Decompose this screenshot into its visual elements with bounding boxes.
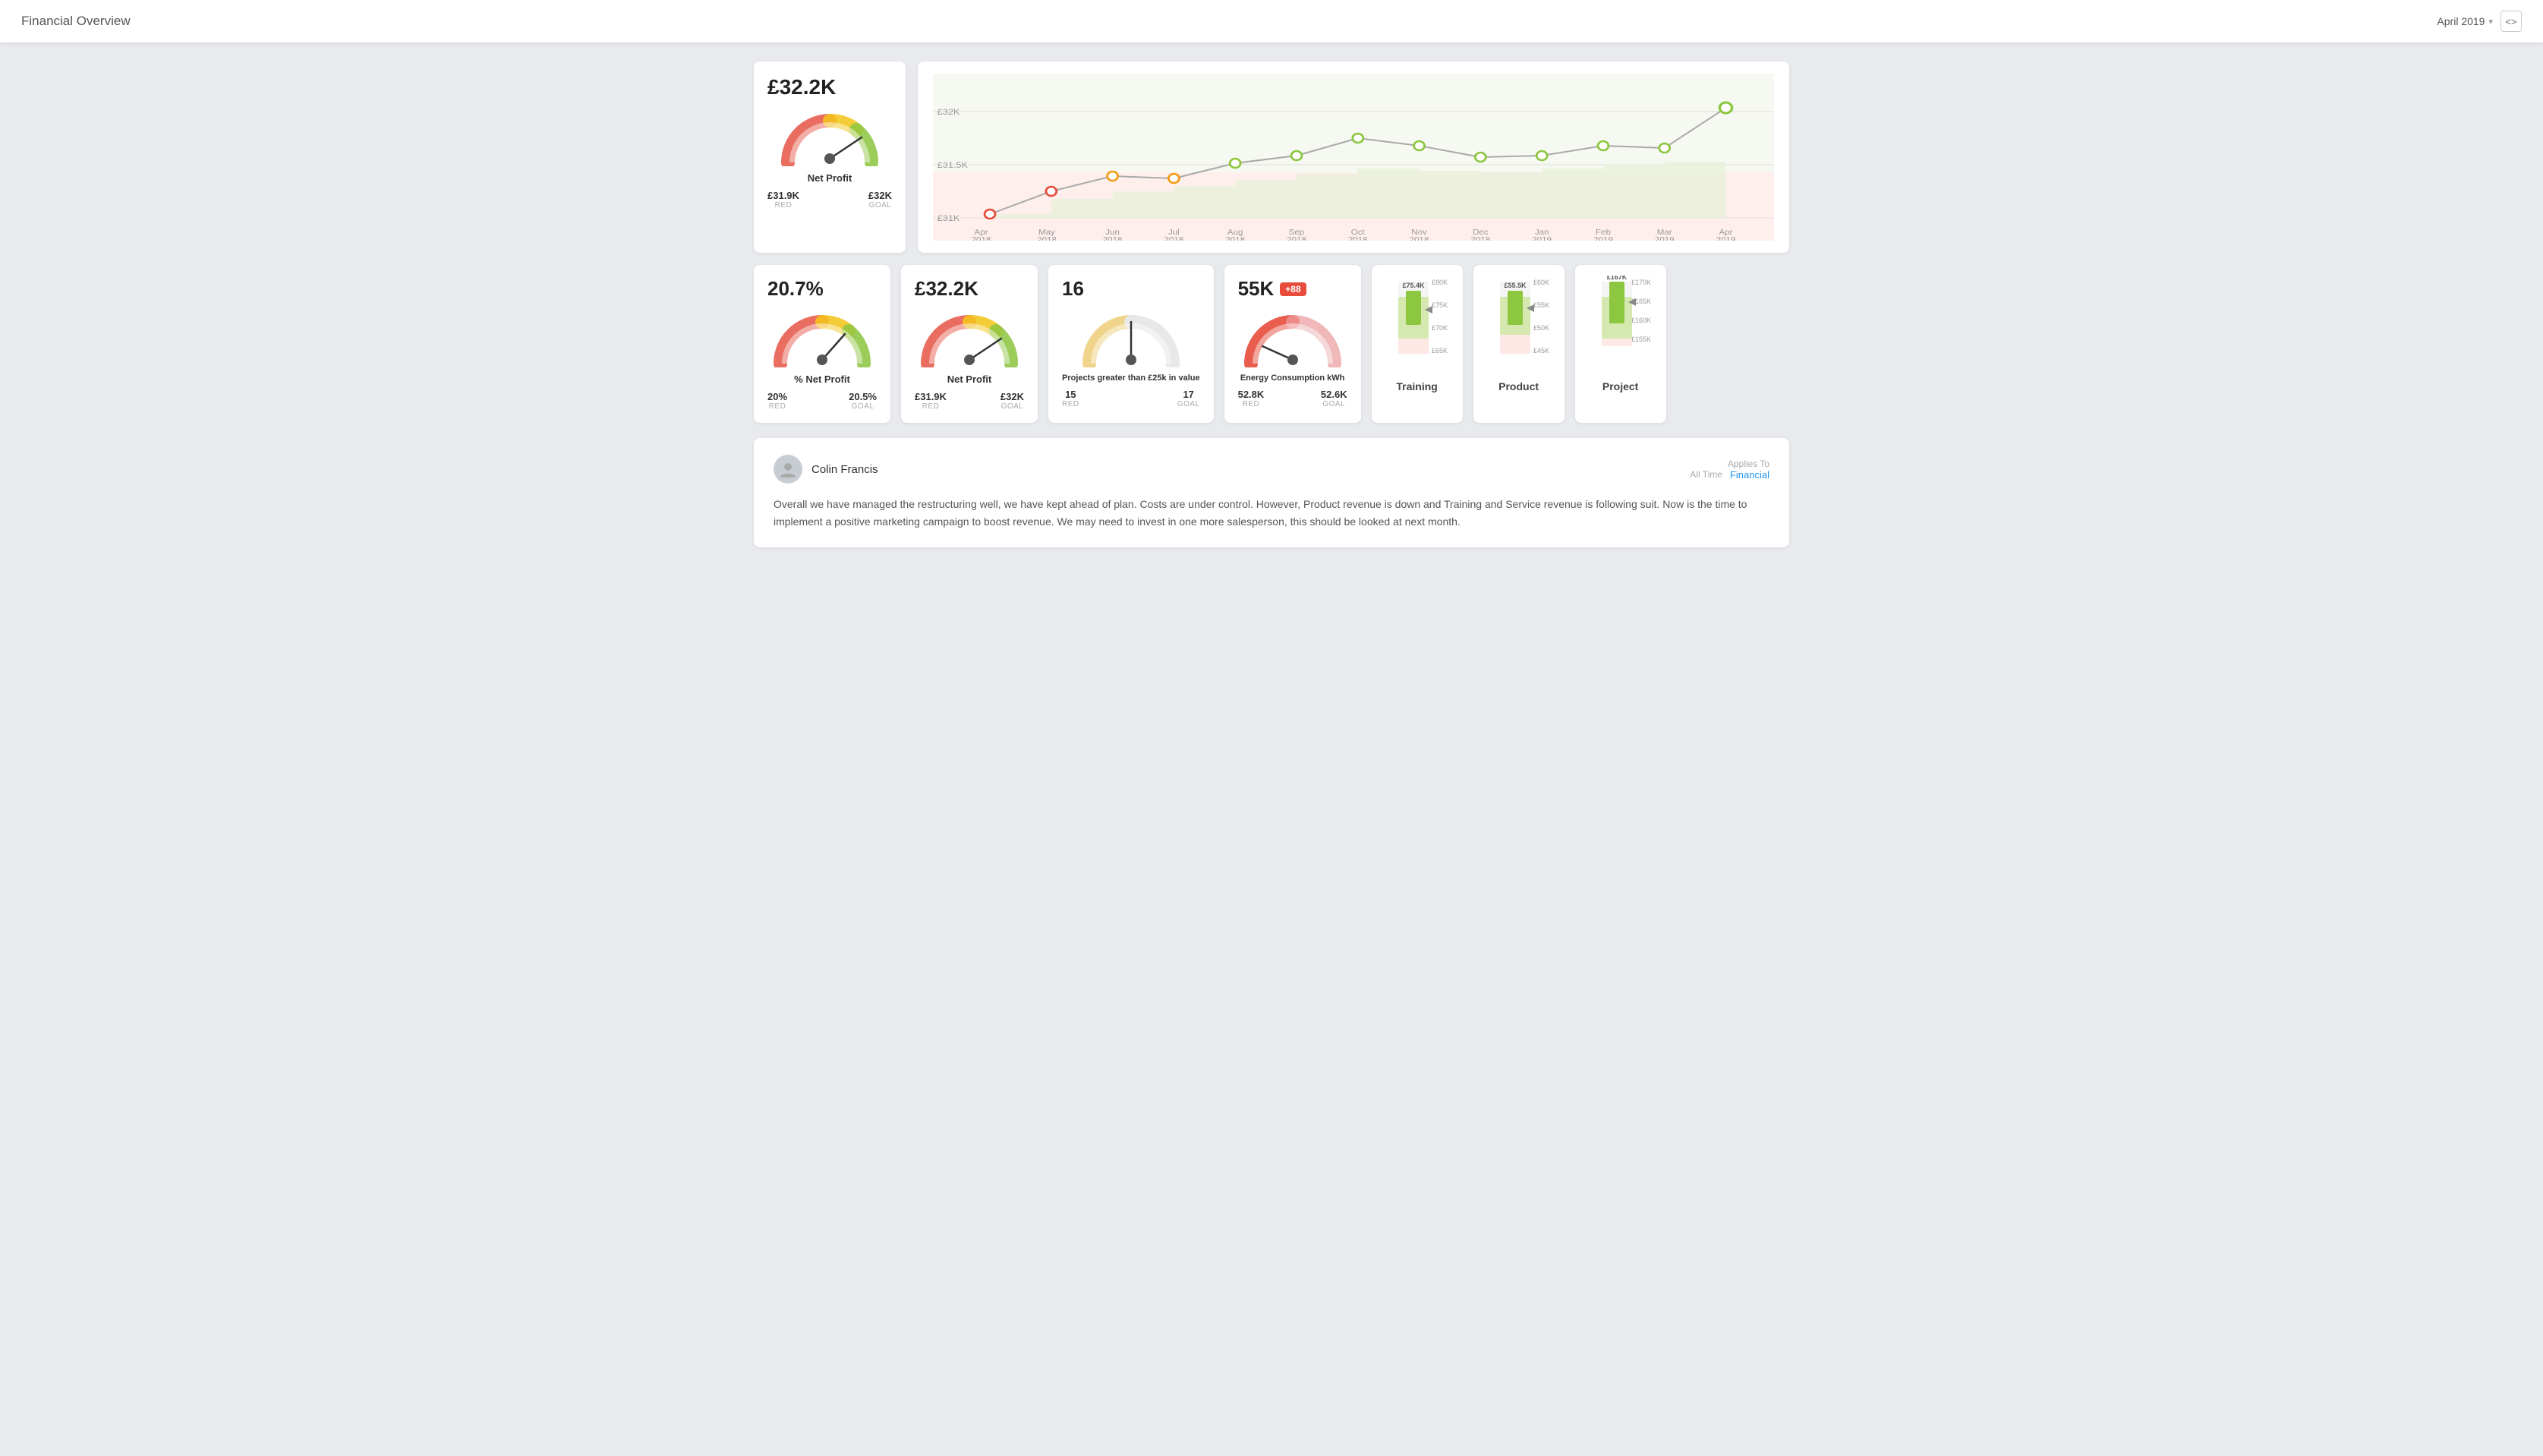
training-label: Training	[1396, 380, 1437, 392]
applies-to: Applies To All Time Financial	[1690, 459, 1769, 481]
pct-net-profit-card: 20.7% % Net Profit 20% RED	[754, 265, 890, 423]
svg-text:2018: 2018	[1037, 236, 1057, 241]
net-profit-2-card: £32.2K Net Profit £31.9K RED	[901, 265, 1038, 423]
svg-text:£167K: £167K	[1606, 276, 1627, 281]
footer-red: £31.9K RED	[767, 190, 799, 210]
svg-text:£70K: £70K	[1432, 324, 1448, 332]
net-profit-2-value: £32.2K	[915, 277, 1024, 301]
svg-text:2018: 2018	[1164, 236, 1184, 241]
product-bar-svg: £60K £55K £50K £45K £55.5K	[1485, 276, 1553, 374]
svg-text:£31.5K: £31.5K	[937, 160, 968, 170]
header-right: April 2019 ▾ <>	[2437, 11, 2522, 32]
line-chart-svg: £32K £31.5K £31K	[933, 74, 1774, 241]
energy-label: Energy Consumption kWh	[1240, 373, 1345, 383]
gauge-container	[777, 106, 883, 166]
comment-body: Overall we have managed the restructurin…	[774, 496, 1769, 531]
svg-text:£50K: £50K	[1533, 324, 1549, 332]
svg-text:£45K: £45K	[1533, 347, 1549, 355]
applies-to-sub: All Time	[1690, 469, 1722, 480]
svg-text:£80K: £80K	[1432, 279, 1448, 286]
code-button[interactable]: <>	[2500, 11, 2522, 32]
svg-text:£31K: £31K	[937, 213, 960, 223]
svg-text:2018: 2018	[972, 236, 991, 241]
training-bar-svg: £80K £75K £70K £65K £75.4K	[1383, 276, 1451, 374]
svg-text:£155K: £155K	[1631, 336, 1651, 343]
pct-footer: 20% RED 20.5% GOAL	[767, 391, 877, 411]
svg-text:£55.5K: £55.5K	[1504, 282, 1527, 289]
svg-text:£32K: £32K	[937, 107, 960, 117]
projects-card: 16 Projects greater than £25k in value 1…	[1048, 265, 1214, 423]
svg-text:2018: 2018	[1225, 236, 1245, 241]
energy-value: 55K	[1238, 277, 1275, 301]
pct-gauge-label: % Net Profit	[794, 373, 850, 385]
top-row: £32.2K	[754, 61, 1789, 253]
header: Financial Overview April 2019 ▾ <>	[0, 0, 2543, 43]
bottom-row: 20.7% % Net Profit 20% RED	[754, 265, 1789, 423]
svg-text:2018: 2018	[1348, 236, 1368, 241]
energy-footer: 52.8K RED 52.6K GOAL	[1238, 389, 1347, 408]
footer-goal: £32K GOAL	[868, 190, 892, 210]
comment-header: Colin Francis Applies To All Time Financ…	[774, 455, 1769, 484]
footer-red-label: RED	[775, 201, 793, 210]
net-profit-value: £32.2K	[767, 75, 892, 99]
pct-gauge-svg	[769, 307, 875, 367]
product-card: £60K £55K £50K £45K £55.5K Product	[1473, 265, 1565, 423]
energy-gauge-svg	[1240, 307, 1346, 367]
svg-text:2019: 2019	[1655, 236, 1675, 241]
svg-text:2018: 2018	[1471, 236, 1491, 241]
comment-section: Colin Francis Applies To All Time Financ…	[754, 438, 1789, 547]
svg-text:2018: 2018	[1287, 236, 1306, 241]
svg-text:2019: 2019	[1593, 236, 1613, 241]
selected-date: April 2019	[2437, 15, 2485, 27]
date-selector[interactable]: April 2019 ▾	[2437, 15, 2493, 27]
svg-text:£75K: £75K	[1432, 301, 1448, 309]
page-title: Financial Overview	[21, 14, 131, 29]
gauge-svg	[777, 106, 883, 166]
projects-footer: 15 RED 17 GOAL	[1062, 389, 1200, 408]
svg-text:£65K: £65K	[1432, 347, 1448, 355]
project-label: Project	[1602, 380, 1638, 392]
line-chart-card: £32K £31.5K £31K	[918, 61, 1789, 253]
applies-to-title: Applies To	[1690, 459, 1769, 469]
energy-gauge	[1240, 307, 1346, 367]
chevron-down-icon: ▾	[2488, 17, 2493, 27]
svg-text:£75.4K: £75.4K	[1402, 282, 1425, 289]
footer-red-value: £31.9K	[767, 190, 799, 201]
projects-label: Projects greater than £25k in value	[1062, 373, 1200, 383]
author-name: Colin Francis	[811, 463, 878, 476]
gauge-label: Net Profit	[808, 172, 852, 184]
training-card: £80K £75K £70K £65K £75.4K Training	[1372, 265, 1463, 423]
energy-card: 55K +88 Energy Consumption kWh 52	[1224, 265, 1361, 423]
pct-gauge	[769, 307, 875, 367]
project-card: £170K £165K £160K £155K £167K Project	[1575, 265, 1666, 423]
svg-text:£55K: £55K	[1533, 301, 1549, 309]
net-profit-2-gauge-svg	[916, 307, 1023, 367]
svg-text:£170K: £170K	[1631, 279, 1651, 286]
footer-goal-label: GOAL	[869, 201, 892, 210]
svg-text:£160K: £160K	[1631, 317, 1651, 324]
project-bar-svg: £170K £165K £160K £155K £167K	[1587, 276, 1655, 374]
svg-text:2018: 2018	[1410, 236, 1429, 241]
comment-author: Colin Francis	[774, 455, 878, 484]
projects-gauge-svg	[1078, 307, 1184, 367]
svg-text:2018: 2018	[1103, 236, 1123, 241]
avatar	[774, 455, 802, 484]
svg-text:2019: 2019	[1532, 236, 1552, 241]
projects-value: 16	[1062, 277, 1200, 301]
applies-to-financial-link[interactable]: Financial	[1730, 469, 1769, 481]
net-profit-card: £32.2K	[754, 61, 906, 253]
svg-text:£60K: £60K	[1533, 279, 1549, 286]
card-footer: £31.9K RED £32K GOAL	[767, 190, 892, 210]
footer-goal-value: £32K	[868, 190, 892, 201]
main-content: £32.2K	[733, 43, 1810, 566]
energy-badge: +88	[1280, 282, 1306, 296]
net-profit-2-footer: £31.9K RED £32K GOAL	[915, 391, 1024, 411]
projects-gauge	[1078, 307, 1184, 367]
net-profit-2-gauge	[916, 307, 1023, 367]
svg-text:2019: 2019	[1716, 236, 1736, 241]
net-profit-2-label: Net Profit	[947, 373, 992, 385]
product-label: Product	[1498, 380, 1539, 392]
pct-net-profit-value: 20.7%	[767, 277, 877, 301]
chart-area: £32K £31.5K £31K	[933, 74, 1774, 241]
